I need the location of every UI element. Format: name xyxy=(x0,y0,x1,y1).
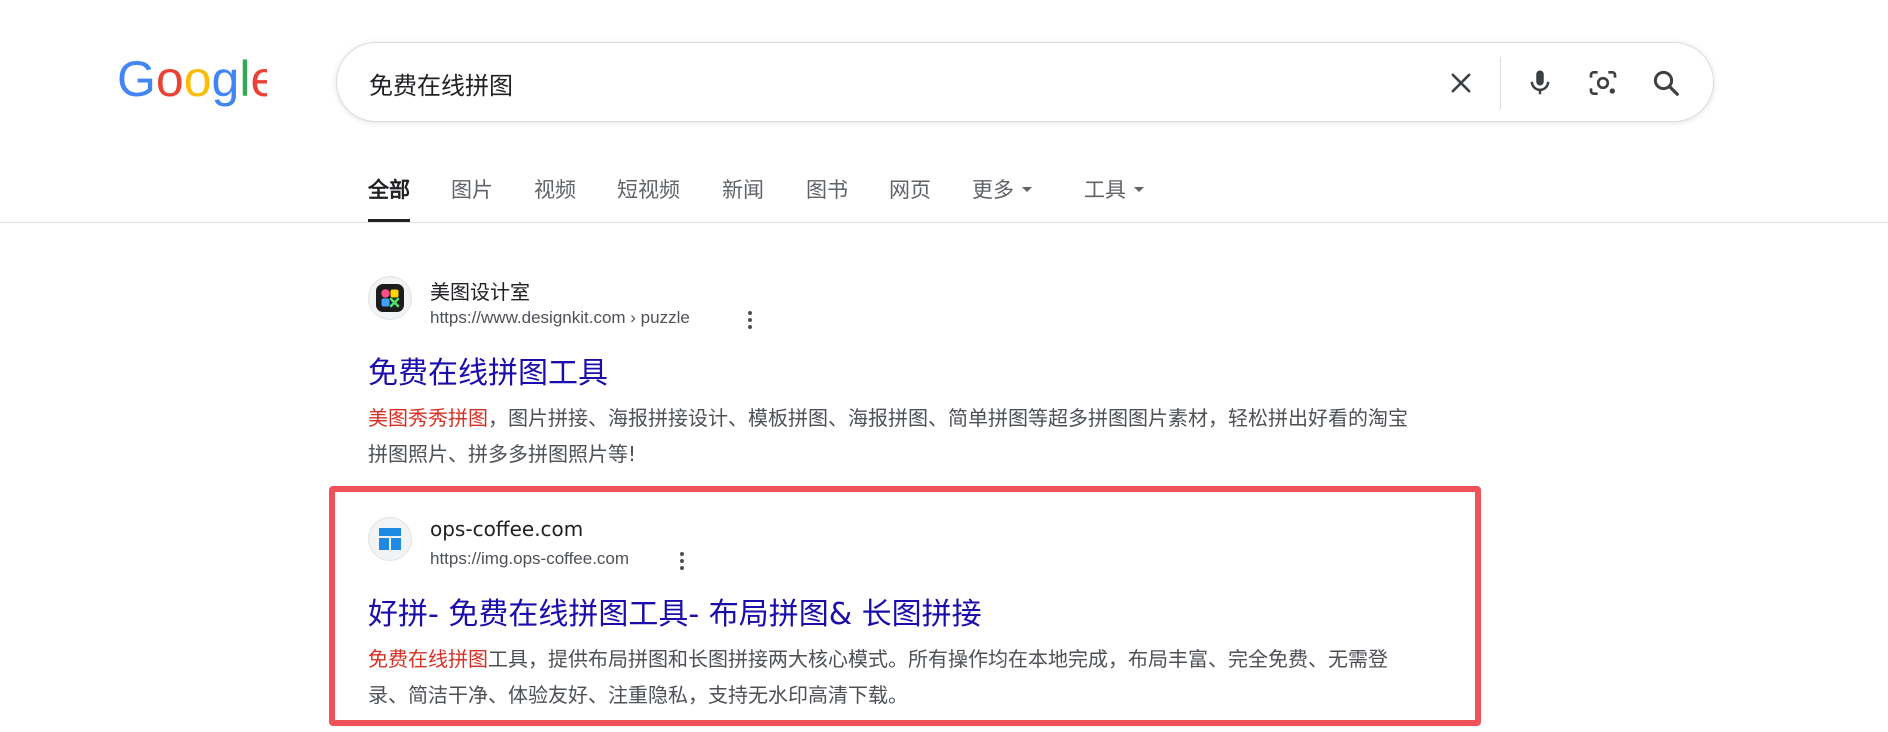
kebab-dot xyxy=(680,552,684,556)
close-icon xyxy=(1451,73,1471,93)
site-url[interactable]: https://img.ops-coffee.com xyxy=(430,549,629,569)
kebab-dot xyxy=(680,566,684,570)
snippet-highlight: 美图秀秀拼图 xyxy=(368,406,488,430)
result-title-link[interactable]: 好拼- 免费在线拼图工具- 布局拼图& 长图拼接 xyxy=(368,589,982,633)
designkit-logo-icon xyxy=(376,284,404,312)
tab-books[interactable]: 图书 xyxy=(806,174,848,222)
site-favicon[interactable] xyxy=(368,517,412,561)
tab-tools[interactable]: 工具 xyxy=(1084,174,1144,222)
search-button[interactable] xyxy=(1646,63,1686,103)
tab-short-videos[interactable]: 短视频 xyxy=(617,174,680,222)
tab-label: 图片 xyxy=(451,178,493,202)
clear-search-button[interactable] xyxy=(1441,63,1481,103)
tab-label: 网页 xyxy=(889,178,931,202)
camera-lens-icon xyxy=(1589,71,1617,95)
site-url[interactable]: https://www.designkit.com › puzzle xyxy=(430,308,690,328)
kebab-dot xyxy=(748,318,752,322)
tab-news[interactable]: 新闻 xyxy=(722,174,764,222)
tab-label: 短视频 xyxy=(617,178,680,202)
google-logo[interactable]: Google xyxy=(117,51,278,108)
site-name[interactable]: ops-coffee.com xyxy=(430,517,583,541)
tab-all[interactable]: 全部 xyxy=(368,174,410,222)
tab-label: 视频 xyxy=(534,178,576,202)
tab-label: 更多 xyxy=(972,178,1014,202)
result-snippet: 免费在线拼图工具，提供布局拼图和长图拼接两大核心模式。所有操作均在本地完成，布局… xyxy=(368,641,1408,713)
google-logo-image: Google xyxy=(117,51,278,107)
tab-label: 全部 xyxy=(368,178,410,202)
result-options-button[interactable] xyxy=(738,306,762,334)
tab-more[interactable]: 更多 xyxy=(972,174,1032,222)
search-icon xyxy=(1653,70,1679,96)
search-result: ops-coffee.com https://img.ops-coffee.co… xyxy=(368,517,1418,707)
caret-down-icon xyxy=(1022,186,1032,192)
tab-label: 新闻 xyxy=(722,178,764,202)
kebab-dot xyxy=(680,559,684,563)
voice-search-button[interactable] xyxy=(1520,63,1560,103)
site-favicon[interactable] xyxy=(368,276,412,320)
kebab-dot xyxy=(748,311,752,315)
caret-down-icon xyxy=(1134,186,1144,192)
result-options-button[interactable] xyxy=(670,547,694,575)
microphone-icon xyxy=(1530,70,1550,95)
search-box xyxy=(336,42,1714,122)
snippet-text: 工具，提供布局拼图和长图拼接两大核心模式。所有操作均在本地完成，布局丰富、完全免… xyxy=(368,647,1388,707)
site-name[interactable]: 美图设计室 xyxy=(430,276,530,305)
search-input[interactable] xyxy=(369,61,1369,105)
tab-label: 图书 xyxy=(806,178,848,202)
svg-text:Google: Google xyxy=(117,52,267,107)
kebab-dot xyxy=(748,325,752,329)
tab-videos[interactable]: 视频 xyxy=(534,174,576,222)
search-result: 美图设计室 https://www.designkit.com › puzzle… xyxy=(368,276,1418,466)
tab-images[interactable]: 图片 xyxy=(451,174,493,222)
tab-label: 工具 xyxy=(1084,178,1126,202)
image-search-button[interactable] xyxy=(1583,63,1623,103)
result-snippet: 美图秀秀拼图，图片拼接、海报拼接设计、模板拼图、海报拼图、简单拼图等超多拼图图片… xyxy=(368,400,1408,472)
layout-grid-icon xyxy=(379,528,401,550)
search-tabs: 全部 图片 视频 短视频 新闻 图书 网页 更多 工具 xyxy=(0,160,1888,223)
snippet-highlight: 免费在线拼图 xyxy=(368,647,488,671)
tab-web[interactable]: 网页 xyxy=(889,174,931,222)
result-title-link[interactable]: 免费在线拼图工具 xyxy=(368,348,608,392)
search-divider xyxy=(1500,57,1501,109)
snippet-text: ，图片拼接、海报拼接设计、模板拼图、海报拼图、简单拼图等超多拼图图片素材，轻松拼… xyxy=(368,406,1408,466)
